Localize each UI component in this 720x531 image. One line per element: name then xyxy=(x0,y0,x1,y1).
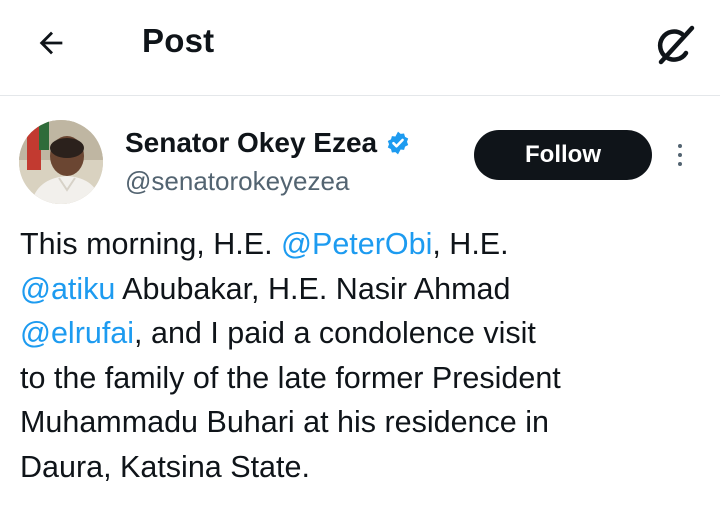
post-text-line: to the family of the late former Preside… xyxy=(20,356,710,401)
avatar[interactable] xyxy=(19,120,103,204)
post-text-segment: , H.E. xyxy=(432,227,509,261)
grok-slash-icon xyxy=(657,25,695,65)
more-vertical-icon-dot xyxy=(678,153,682,157)
post-text-segment: Daura, Katsina State. xyxy=(20,449,310,484)
back-button[interactable] xyxy=(28,20,74,66)
post-text-line: @atiku Abubakar, H.E. Nasir Ahmad xyxy=(20,267,710,312)
post-text-segment: This morning, H.E. xyxy=(20,227,282,261)
more-options-button[interactable] xyxy=(668,138,692,172)
arrow-left-icon xyxy=(39,31,63,55)
avatar-photo xyxy=(19,120,103,204)
post-text-line: Muhammadu Buhari at his residence in xyxy=(20,400,710,445)
post-text-line: Daura, Katsina State. xyxy=(20,445,710,490)
grok-button[interactable] xyxy=(648,18,702,72)
post-text-segment: , and I paid a condolence visit xyxy=(134,316,536,350)
verified-badge-icon xyxy=(387,131,409,155)
mention-link[interactable]: @elrufai xyxy=(20,316,134,350)
top-bar: Post xyxy=(0,0,720,96)
post-text-line: @elrufai, and I paid a condolence visit xyxy=(20,311,710,356)
more-vertical-icon-dot xyxy=(678,162,682,166)
post-text-segment: Muhammadu Buhari at his residence in xyxy=(20,405,549,439)
follow-button[interactable]: Follow xyxy=(474,130,652,180)
post-text-segment: Abubakar, H.E. Nasir Ahmad xyxy=(115,271,511,306)
author-display-name[interactable]: Senator Okey Ezea xyxy=(125,127,377,159)
post-text: This morning, H.E. @PeterObi, H.E. @atiku… xyxy=(20,222,710,489)
more-vertical-icon-dot xyxy=(678,144,682,148)
post-text-line: This morning, H.E. @PeterObi, H.E. xyxy=(20,222,710,267)
author-handle[interactable]: @senatorokeyezea xyxy=(125,166,349,197)
page-title: Post xyxy=(142,22,215,59)
author-name-row: Senator Okey Ezea xyxy=(125,127,411,159)
mention-link[interactable]: @atiku xyxy=(20,272,115,306)
mention-link[interactable]: @PeterObi xyxy=(281,227,432,261)
post-text-segment: to the family of the late former Preside… xyxy=(20,360,561,395)
